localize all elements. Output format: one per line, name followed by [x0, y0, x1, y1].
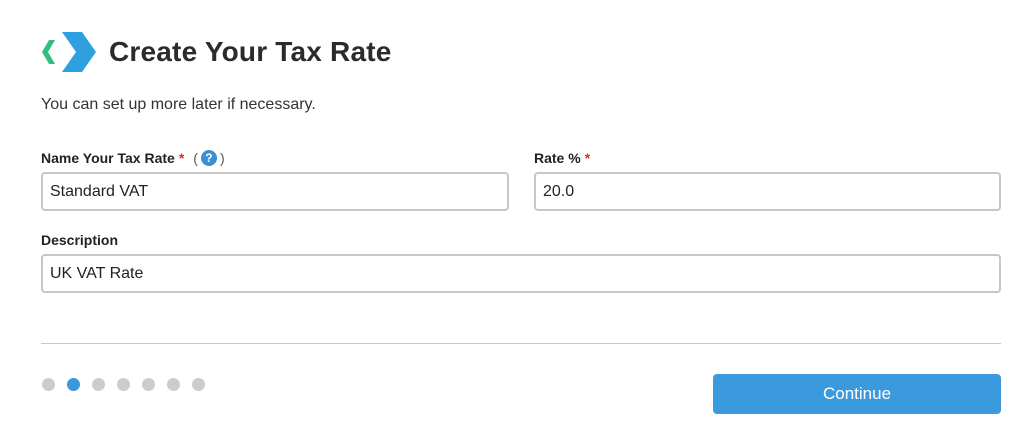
rate-field-label: Rate % * [534, 150, 590, 166]
step-dot [92, 378, 105, 391]
rate-percent-input[interactable] [534, 172, 1001, 211]
help-icon[interactable]: ? [200, 150, 217, 166]
step-dot [142, 378, 155, 391]
step-dot [167, 378, 180, 391]
description-input[interactable] [41, 254, 1001, 293]
step-dot-active [67, 378, 80, 391]
continue-button[interactable]: Continue [713, 374, 1001, 414]
header: Create Your Tax Rate [40, 28, 392, 76]
chevron-logo-icon [42, 32, 96, 72]
step-dot [192, 378, 205, 391]
tax-rate-name-input[interactable] [41, 172, 509, 211]
name-field-label: Name Your Tax Rate * ( ? ) [41, 150, 225, 166]
step-indicator [42, 378, 217, 391]
page-title: Create Your Tax Rate [109, 36, 392, 67]
description-field-label: Description [41, 232, 118, 248]
name-label-text: Name Your Tax Rate [41, 150, 175, 166]
help-group: ( ? ) [193, 150, 225, 166]
description-label-text: Description [41, 232, 119, 248]
step-dot [42, 378, 55, 391]
divider [41, 343, 1001, 344]
tax-rate-setup-page: Create Your Tax Rate You can set up more… [0, 0, 1036, 447]
step-dot [117, 378, 130, 391]
rate-label-text: Rate % [534, 150, 581, 166]
required-marker: * [178, 150, 185, 166]
help-close-paren: ) [219, 150, 225, 166]
help-open-paren: ( [193, 150, 198, 166]
page-subtitle: You can set up more later if necessary. [41, 96, 316, 113]
required-marker: * [584, 150, 591, 166]
